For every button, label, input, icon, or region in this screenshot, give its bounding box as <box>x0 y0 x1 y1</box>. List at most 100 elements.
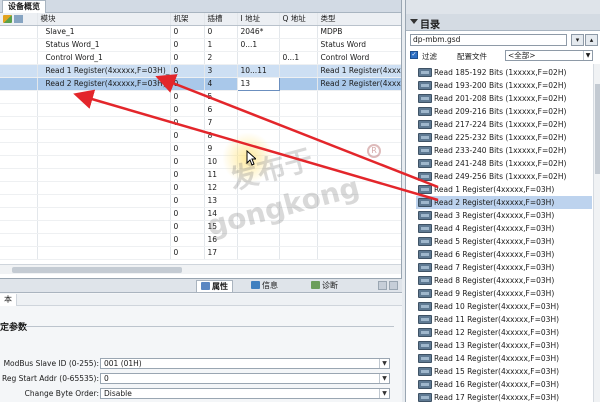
cell-module[interactable] <box>37 207 171 222</box>
header-rack[interactable]: 机架 <box>170 13 205 27</box>
catalog-item[interactable]: Read 8 Register(4xxxxx,F=03H) <box>416 274 592 287</box>
cell-slot[interactable]: 16 <box>204 233 238 248</box>
table-row[interactable]: 0 16 <box>0 233 401 248</box>
cell-q-address[interactable] <box>279 25 318 40</box>
table-row[interactable]: 0 14 <box>0 207 401 222</box>
cell-q-address[interactable] <box>279 207 318 222</box>
catalog-item[interactable]: Read 17 Register(4xxxxx,F=03H) <box>416 391 592 402</box>
cell-q-address[interactable] <box>279 233 318 248</box>
cell-module[interactable] <box>37 116 171 131</box>
cell-i-address[interactable] <box>237 142 280 157</box>
cell-rack[interactable]: 0 <box>170 116 205 131</box>
cell-type[interactable] <box>317 103 401 118</box>
cell-i-address[interactable] <box>237 220 280 235</box>
catalog-item[interactable]: Read 16 Register(4xxxxx,F=03H) <box>416 378 592 391</box>
header-type[interactable]: 类型 <box>317 13 401 27</box>
catalog-scrollbar[interactable] <box>593 64 600 402</box>
catalog-item[interactable]: Read 4 Register(4xxxxx,F=03H) <box>416 222 592 235</box>
cell-rack[interactable]: 0 <box>170 64 205 79</box>
catalog-item[interactable]: Read 193-200 Bits (1xxxxx,F=02H) <box>416 79 592 92</box>
cell-rack[interactable]: 0 <box>170 155 205 170</box>
catalog-item[interactable]: Read 6 Register(4xxxxx,F=03H) <box>416 248 592 261</box>
cell-type[interactable] <box>317 168 401 183</box>
cell-q-address[interactable] <box>279 38 318 53</box>
tab-properties[interactable]: 属性 <box>196 280 233 292</box>
table-row[interactable]: 06 <box>0 103 401 118</box>
cell-rack[interactable]: 0 <box>170 233 205 248</box>
table-row[interactable]: 07 <box>0 116 401 131</box>
cell-i-address[interactable] <box>237 168 280 183</box>
cell-q-address[interactable] <box>279 181 318 196</box>
cell-q-address[interactable] <box>279 220 318 235</box>
cell-q-address[interactable] <box>279 90 318 105</box>
cell-slot[interactable]: 13 <box>204 194 238 209</box>
tab-info[interactable]: 信息 <box>247 280 282 292</box>
scrollbar-thumb[interactable] <box>595 84 600 174</box>
catalog-item[interactable]: Read 12 Register(4xxxxx,F=03H) <box>416 326 592 339</box>
cell-i-address[interactable] <box>237 194 280 209</box>
cell-slot[interactable]: 11 <box>204 168 238 183</box>
cell-slot[interactable]: 4 <box>204 77 238 92</box>
cell-module[interactable] <box>37 194 171 209</box>
cell-module[interactable] <box>37 246 171 261</box>
cell-slot[interactable]: 9 <box>204 142 238 157</box>
cell-q-address[interactable] <box>279 155 318 170</box>
header-slot[interactable]: 插槽 <box>204 13 238 27</box>
cell-type[interactable]: Read 2 Register(4xxxxx,F=03H) <box>317 77 401 92</box>
catalog-item[interactable]: Read 217-224 Bits (1xxxxx,F=02H) <box>416 118 592 131</box>
cell-i-address[interactable]: 13 <box>236 77 280 92</box>
cell-rack[interactable]: 0 <box>170 142 205 157</box>
cell-module[interactable]: Control Word_1 <box>37 51 171 66</box>
cell-rack[interactable]: 0 <box>170 90 205 105</box>
catalog-item[interactable]: Read 3 Register(4xxxxx,F=03H) <box>416 209 592 222</box>
catalog-item[interactable]: Read 11 Register(4xxxxx,F=03H) <box>416 313 592 326</box>
cell-type[interactable] <box>317 220 401 235</box>
catalog-item[interactable]: Read 10 Register(4xxxxx,F=03H) <box>416 300 592 313</box>
cell-i-address[interactable] <box>237 103 280 118</box>
cell-module[interactable]: Read 2 Register(4xxxxx,F=03H)_1 <box>37 77 171 92</box>
catalog-item[interactable]: Read 209-216 Bits (1xxxxx,F=02H) <box>416 105 592 118</box>
cell-type[interactable]: Read 1 Register(4xxxxx,F=03H) <box>317 64 401 79</box>
table-row[interactable]: 0 15 <box>0 220 401 235</box>
table-row[interactable]: 0 11 <box>0 168 401 183</box>
cell-q-address[interactable] <box>279 194 318 209</box>
cell-type[interactable] <box>317 155 401 170</box>
cell-module[interactable] <box>37 103 171 118</box>
property-select[interactable]: 0 ▼ <box>100 373 390 384</box>
table-row[interactable]: 0 17 <box>0 246 401 261</box>
cell-type[interactable] <box>317 233 401 248</box>
cell-i-address[interactable] <box>237 51 280 66</box>
table-row[interactable]: Read 1 Register(4xxxxx,F=03H)_1 0 3 10...11… <box>0 64 401 79</box>
cell-i-address[interactable]: 2046* <box>237 25 280 40</box>
cell-type[interactable] <box>317 207 401 222</box>
table-row[interactable]: Status Word_1 0 1 0...1 Status Word <box>0 38 401 53</box>
cell-type[interactable]: Control Word <box>317 51 401 66</box>
cell-rack[interactable]: 0 <box>170 25 205 40</box>
cell-rack[interactable]: 0 <box>170 181 205 196</box>
cell-i-address[interactable] <box>237 90 280 105</box>
cell-type[interactable]: MDPB <box>317 25 401 40</box>
cell-slot[interactable]: 5 <box>204 90 238 105</box>
cell-i-address[interactable] <box>237 155 280 170</box>
settings-icon[interactable] <box>14 15 23 24</box>
property-select[interactable]: 001 (01H) ▼ <box>100 358 390 369</box>
cell-type[interactable] <box>317 142 401 157</box>
cell-rack[interactable]: 0 <box>170 246 205 261</box>
search-down-button[interactable]: ▾ <box>571 34 584 46</box>
cell-q-address[interactable] <box>279 142 318 157</box>
cell-i-address[interactable] <box>237 129 280 144</box>
cell-q-address[interactable] <box>279 116 318 131</box>
cell-slot[interactable]: 0 <box>204 25 238 40</box>
cell-i-address[interactable] <box>237 181 280 196</box>
filter-icon[interactable] <box>3 15 12 24</box>
cell-module[interactable] <box>37 220 171 235</box>
cell-slot[interactable]: 8 <box>204 129 238 144</box>
catalog-item[interactable]: Read 225-232 Bits (1xxxxx,F=02H) <box>416 131 592 144</box>
cell-rack[interactable]: 0 <box>170 77 205 92</box>
cell-q-address[interactable] <box>279 129 318 144</box>
cell-module[interactable] <box>37 168 171 183</box>
collapse-triangle-icon[interactable] <box>410 19 418 24</box>
cell-type[interactable] <box>317 116 401 131</box>
cell-module[interactable]: Slave_1 <box>37 25 171 40</box>
cell-rack[interactable]: 0 <box>170 168 205 183</box>
